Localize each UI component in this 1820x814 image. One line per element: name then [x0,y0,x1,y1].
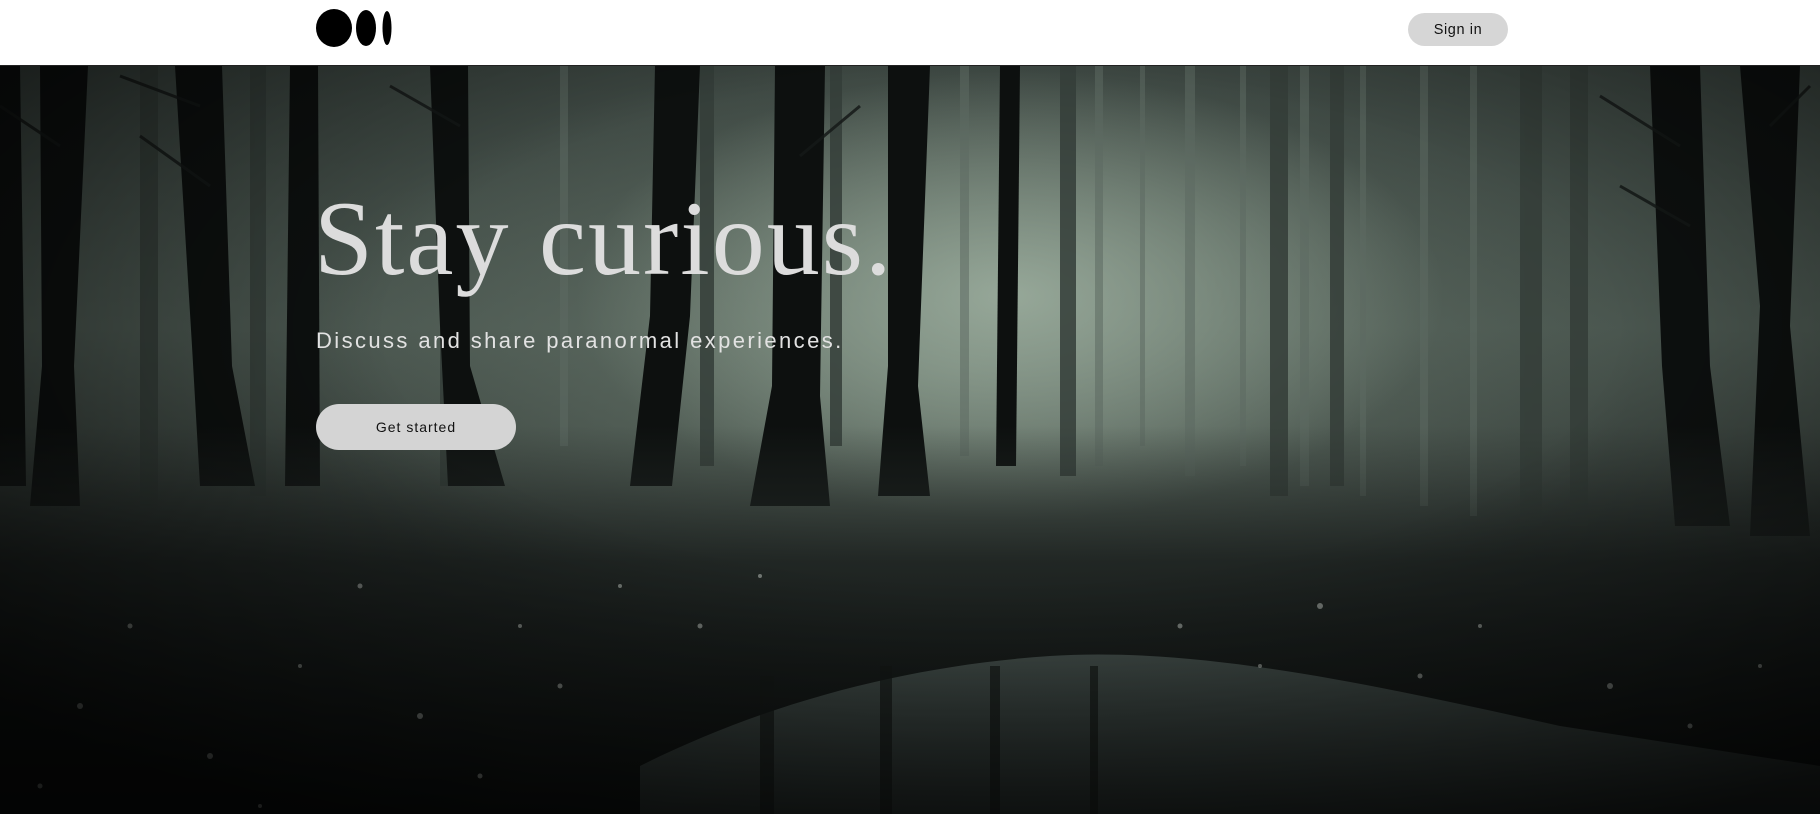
top-navbar: Sign in [0,0,1820,66]
get-started-button[interactable]: Get started [316,404,516,450]
foggy-forest-image [0,66,1820,814]
hero-subtitle: Discuss and share paranormal experiences… [316,328,844,353]
medium-logo-icon[interactable] [316,9,392,47]
hero-headline: Stay curious. [314,180,894,297]
hero-section: Stay curious. Discuss and share paranorm… [0,66,1820,814]
sign-in-button[interactable]: Sign in [1408,13,1508,46]
